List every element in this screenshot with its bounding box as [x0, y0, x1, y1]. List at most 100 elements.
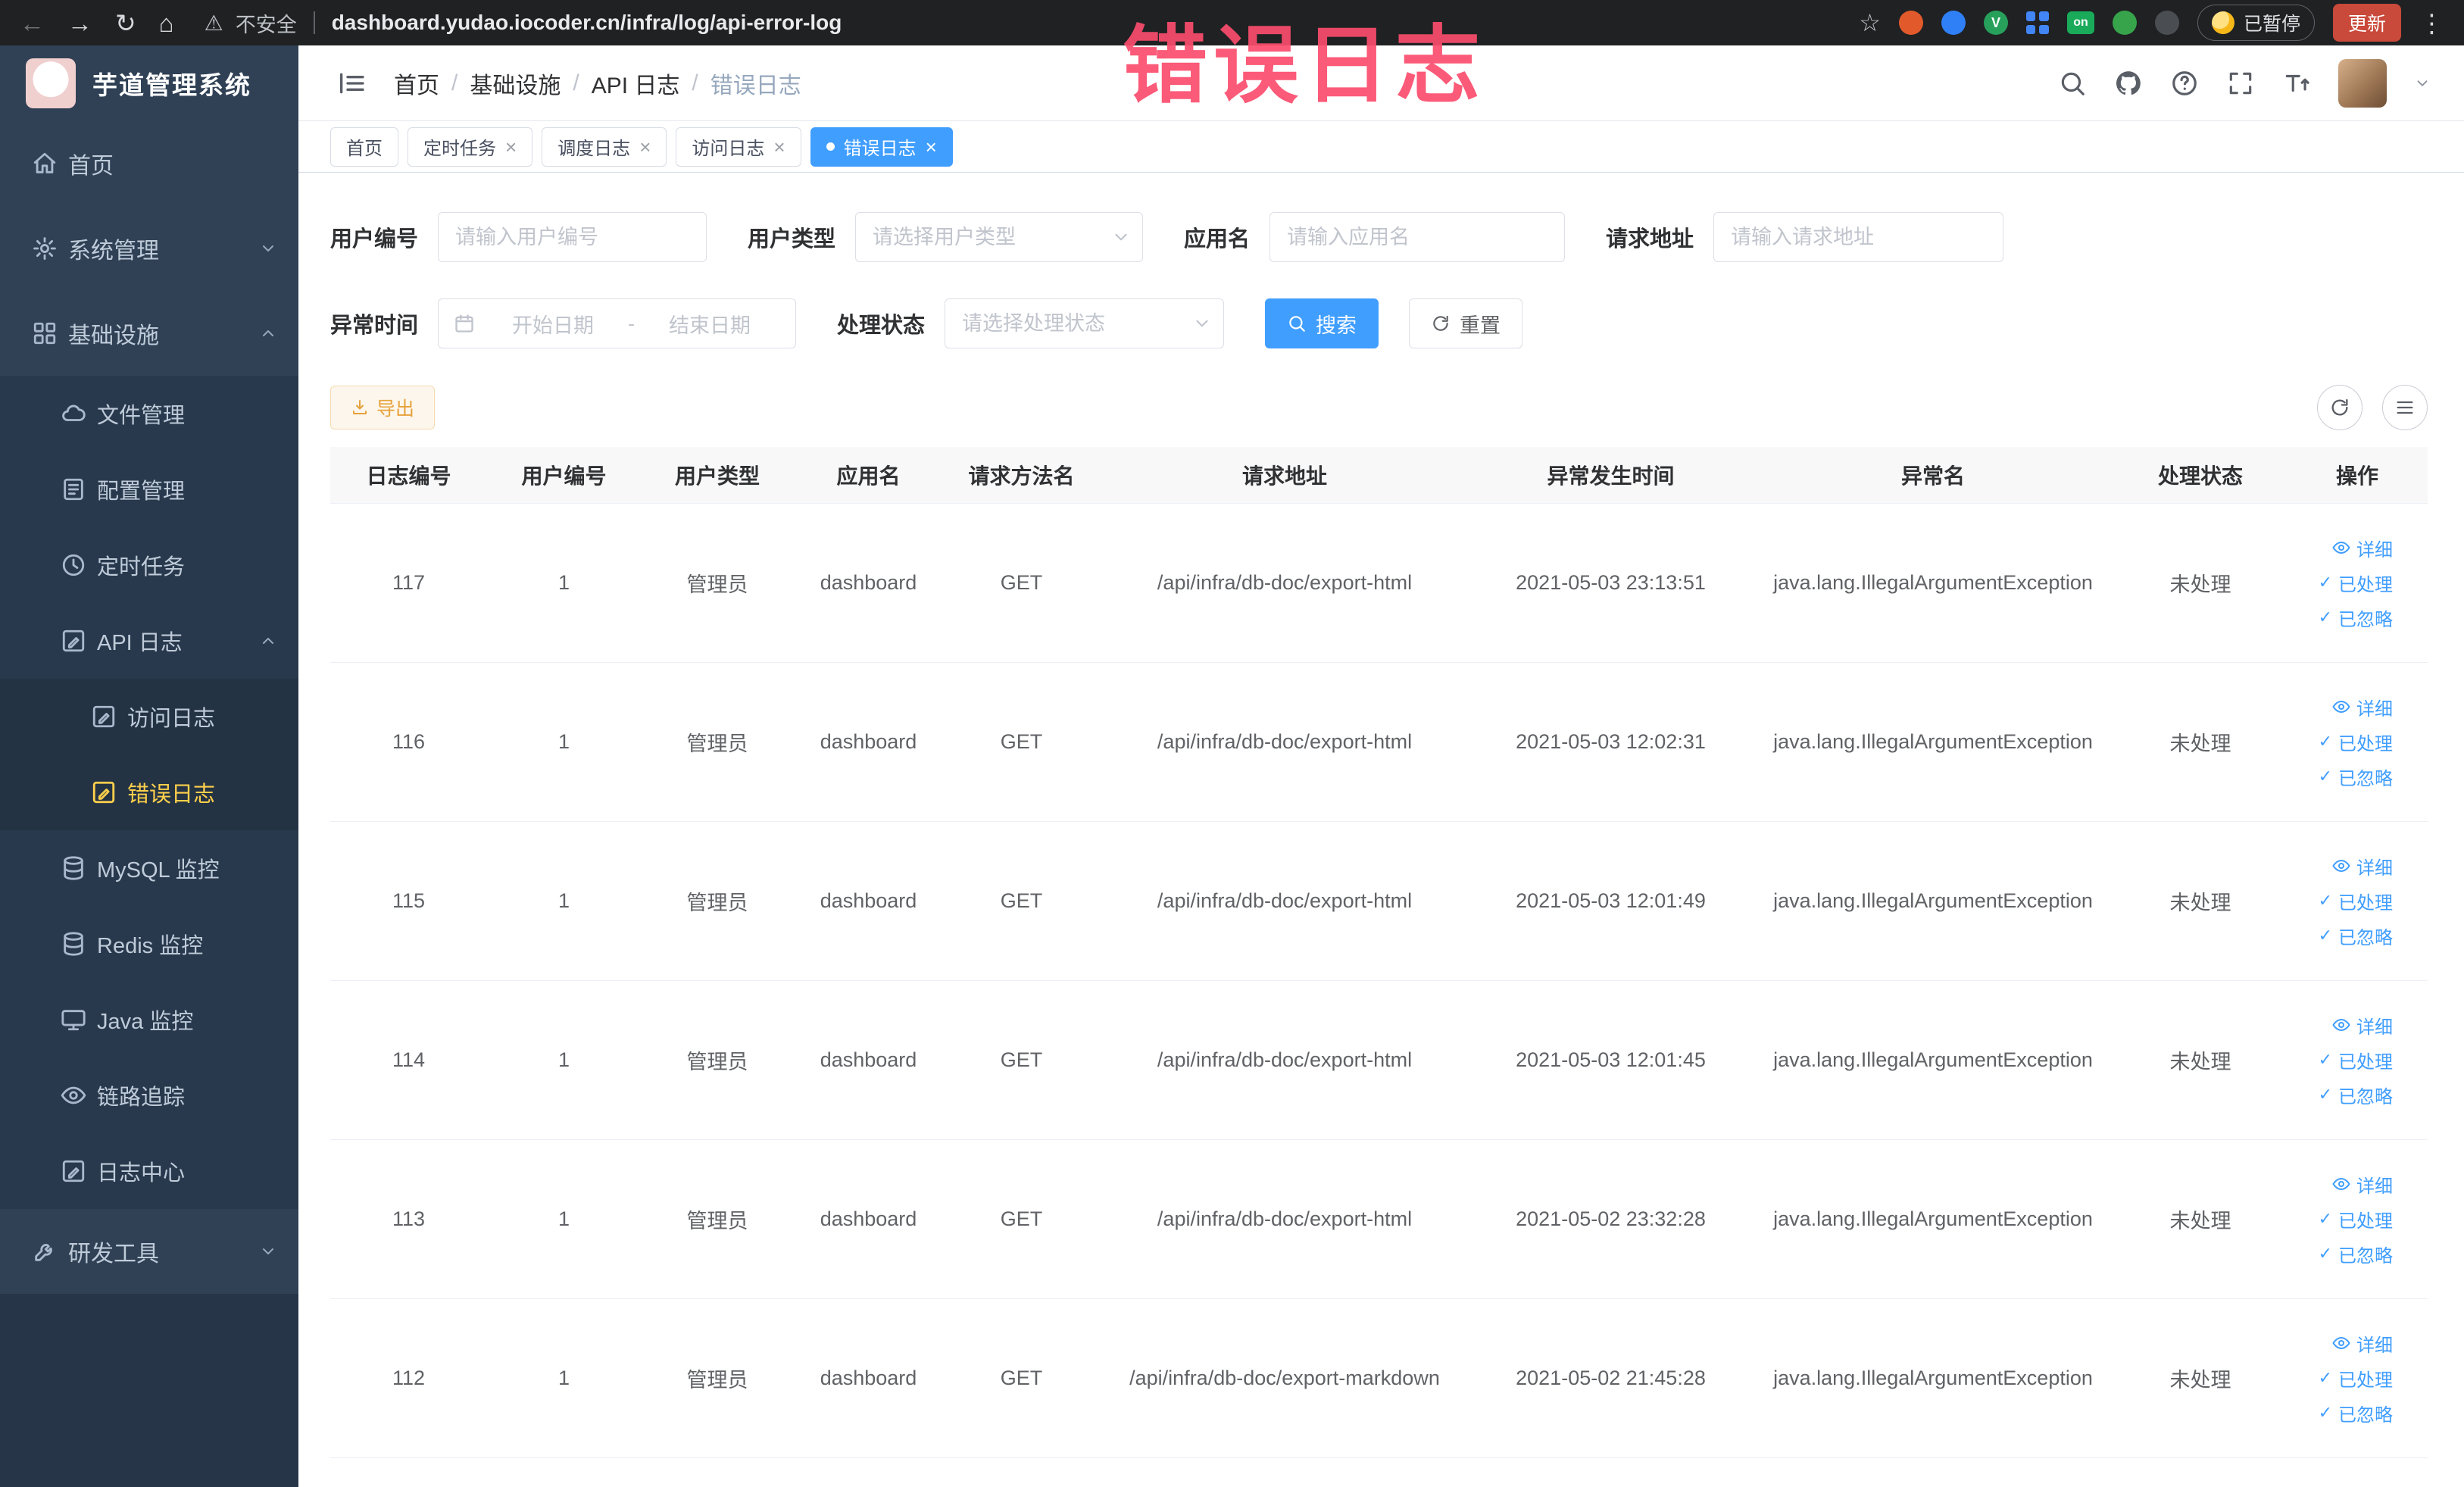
process-status-select[interactable] — [945, 298, 1225, 348]
extension-icon-on[interactable]: on — [2066, 11, 2094, 34]
update-button[interactable]: 更新 — [2332, 4, 2401, 42]
user-id-input[interactable] — [438, 212, 707, 262]
detail-link[interactable]: 详细 — [2332, 531, 2393, 564]
search-icon[interactable] — [2058, 69, 2087, 98]
sidebar: 芋道管理系统 首页 系统管理 基础设施 文件管理 配置管理 定时任务 API 日… — [0, 45, 298, 1487]
extension-icon-blue[interactable] — [1941, 11, 1966, 35]
extension-icon-v[interactable]: V — [1983, 11, 2008, 35]
detail-link[interactable]: 详细 — [2332, 1167, 2393, 1201]
tab-access-logs[interactable]: 访问日志 × — [676, 127, 801, 167]
cell-status: 未处理 — [2114, 503, 2287, 663]
user-type-select-input[interactable] — [855, 212, 1144, 262]
processed-link[interactable]: ✓ 已处理 — [2319, 725, 2393, 758]
sidebar-item-label: 基础设施 — [68, 323, 159, 348]
detail-link[interactable]: 详细 — [2332, 1326, 2393, 1360]
sidebar-item-link-tracing[interactable]: 链路追踪 — [0, 1057, 298, 1133]
processed-link[interactable]: ✓ 已处理 — [2319, 1043, 2393, 1076]
security-label[interactable]: 不安全 — [236, 8, 297, 38]
bookmark-star-icon[interactable]: ☆ — [1859, 8, 1881, 37]
tab-home[interactable]: 首页 — [330, 127, 398, 167]
breadcrumb-item[interactable]: 基础设施 — [470, 67, 561, 100]
ignored-link[interactable]: ✓ 已忽略 — [2319, 760, 2393, 793]
sidebar-item-mysql-monitor[interactable]: MySQL 监控 — [0, 830, 298, 906]
extension-icon-grid[interactable] — [2025, 11, 2049, 34]
ignored-link[interactable]: ✓ 已忽略 — [2319, 919, 2393, 952]
sidebar-item-home[interactable]: 首页 — [0, 121, 298, 206]
column-settings-button[interactable] — [2382, 385, 2428, 430]
table-row: 116 1 管理员 dashboard GET /api/infra/db-do… — [330, 662, 2428, 822]
cell-method: GET — [943, 1139, 1100, 1299]
process-status-select-input[interactable] — [945, 298, 1225, 348]
browser-home-icon[interactable]: ⌂ — [159, 11, 174, 36]
cell-exception-name: java.lang.IllegalArgumentException — [1752, 1298, 2114, 1458]
header-actions — [2058, 58, 2431, 108]
extension-icon-dark[interactable] — [2154, 11, 2179, 35]
sidebar-item-file-management[interactable]: 文件管理 — [0, 376, 298, 451]
chevron-down-icon[interactable] — [2414, 75, 2431, 92]
cell-log-id: 112 — [330, 1298, 487, 1458]
browser-menu-icon[interactable]: ⋮ — [2419, 11, 2444, 36]
ignored-link[interactable]: ✓ 已忽略 — [2319, 1237, 2393, 1270]
cell-user-type: 管理员 — [641, 821, 794, 981]
tab-schedule-logs[interactable]: 调度日志 × — [542, 127, 667, 167]
extension-icon-orange[interactable] — [1898, 11, 1923, 35]
search-button[interactable]: 搜索 — [1265, 298, 1379, 348]
main-content: 用户编号 用户类型 应用名 请求地址 异常时间 开始日期 - — [298, 173, 2464, 1487]
refresh-button[interactable] — [2317, 385, 2363, 430]
sidebar-item-api-logs[interactable]: API 日志 — [0, 603, 298, 679]
fullscreen-icon[interactable] — [2226, 69, 2255, 98]
ignored-link[interactable]: ✓ 已忽略 — [2319, 1078, 2393, 1111]
font-size-icon[interactable] — [2282, 69, 2311, 98]
sidebar-item-dev-tools[interactable]: 研发工具 — [0, 1209, 298, 1294]
close-icon[interactable]: × — [639, 137, 651, 157]
breadcrumb-item[interactable]: API 日志 — [592, 67, 680, 100]
sidebar-item-error-logs[interactable]: 错误日志 — [0, 754, 298, 830]
request-url-input[interactable] — [1713, 212, 2004, 262]
processed-link[interactable]: ✓ 已处理 — [2319, 884, 2393, 917]
export-button[interactable]: 导出 — [330, 386, 436, 430]
ignored-link[interactable]: ✓ 已忽略 — [2319, 1396, 2393, 1429]
app-name-input[interactable] — [1269, 212, 1566, 262]
reload-icon[interactable]: ↻ — [115, 11, 136, 36]
sidebar-item-system-management[interactable]: 系统管理 — [0, 206, 298, 291]
sidebar-item-infrastructure[interactable]: 基础设施 — [0, 291, 298, 376]
date-range-picker[interactable]: 开始日期 - 结束日期 — [438, 298, 797, 348]
processed-link[interactable]: ✓ 已处理 — [2319, 566, 2393, 599]
processed-link[interactable]: ✓ 已处理 — [2319, 1202, 2393, 1236]
sidebar-item-scheduled-tasks[interactable]: 定时任务 — [0, 527, 298, 603]
forward-icon[interactable]: → — [67, 11, 92, 36]
sidebar-item-access-logs[interactable]: 访问日志 — [0, 679, 298, 754]
logo[interactable]: 芋道管理系统 — [0, 45, 298, 121]
detail-link[interactable]: 详细 — [2332, 1008, 2393, 1042]
sidebar-item-redis-monitor[interactable]: Redis 监控 — [0, 906, 298, 982]
reset-button[interactable]: 重置 — [1409, 298, 1523, 348]
export-button-label: 导出 — [376, 398, 415, 420]
github-icon[interactable] — [2114, 69, 2143, 98]
close-icon[interactable]: × — [505, 137, 517, 157]
detail-link[interactable]: 详细 — [2332, 849, 2393, 883]
extension-icon-leaf[interactable] — [2112, 11, 2137, 35]
sidebar-item-config-management[interactable]: 配置管理 — [0, 451, 298, 527]
close-icon[interactable]: × — [773, 137, 785, 157]
sidebar-item-java-monitor[interactable]: Java 监控 — [0, 982, 298, 1057]
back-icon[interactable]: ← — [20, 11, 45, 36]
avatar[interactable] — [2338, 58, 2387, 108]
url-text[interactable]: dashboard.yudao.iocoder.cn/infra/log/api… — [332, 11, 842, 35]
cell-exception-time: 2021-05-03 12:01:49 — [1469, 821, 1752, 981]
paused-chip[interactable]: 已暂停 — [2197, 5, 2315, 41]
tab-error-logs[interactable]: 错误日志 × — [810, 127, 953, 167]
close-icon[interactable]: × — [926, 137, 937, 157]
sidebar-item-log-center[interactable]: 日志中心 — [0, 1133, 298, 1209]
processed-link[interactable]: ✓ 已处理 — [2319, 1361, 2393, 1395]
date-separator: - — [628, 311, 636, 335]
address-bar[interactable]: ⚠ 不安全 dashboard.yudao.iocoder.cn/infra/l… — [205, 8, 842, 38]
cell-app-name: dashboard — [794, 662, 943, 822]
detail-link[interactable]: 详细 — [2332, 690, 2393, 723]
ignored-link[interactable]: ✓ 已忽略 — [2319, 601, 2393, 634]
user-type-select[interactable] — [855, 212, 1144, 262]
breadcrumb-item[interactable]: 首页 — [394, 67, 439, 100]
tab-scheduled-tasks[interactable]: 定时任务 × — [408, 127, 533, 167]
help-icon[interactable] — [2170, 69, 2199, 98]
menu-fold-icon[interactable] — [336, 68, 367, 98]
filter-app-name: 应用名 — [1184, 212, 1566, 262]
